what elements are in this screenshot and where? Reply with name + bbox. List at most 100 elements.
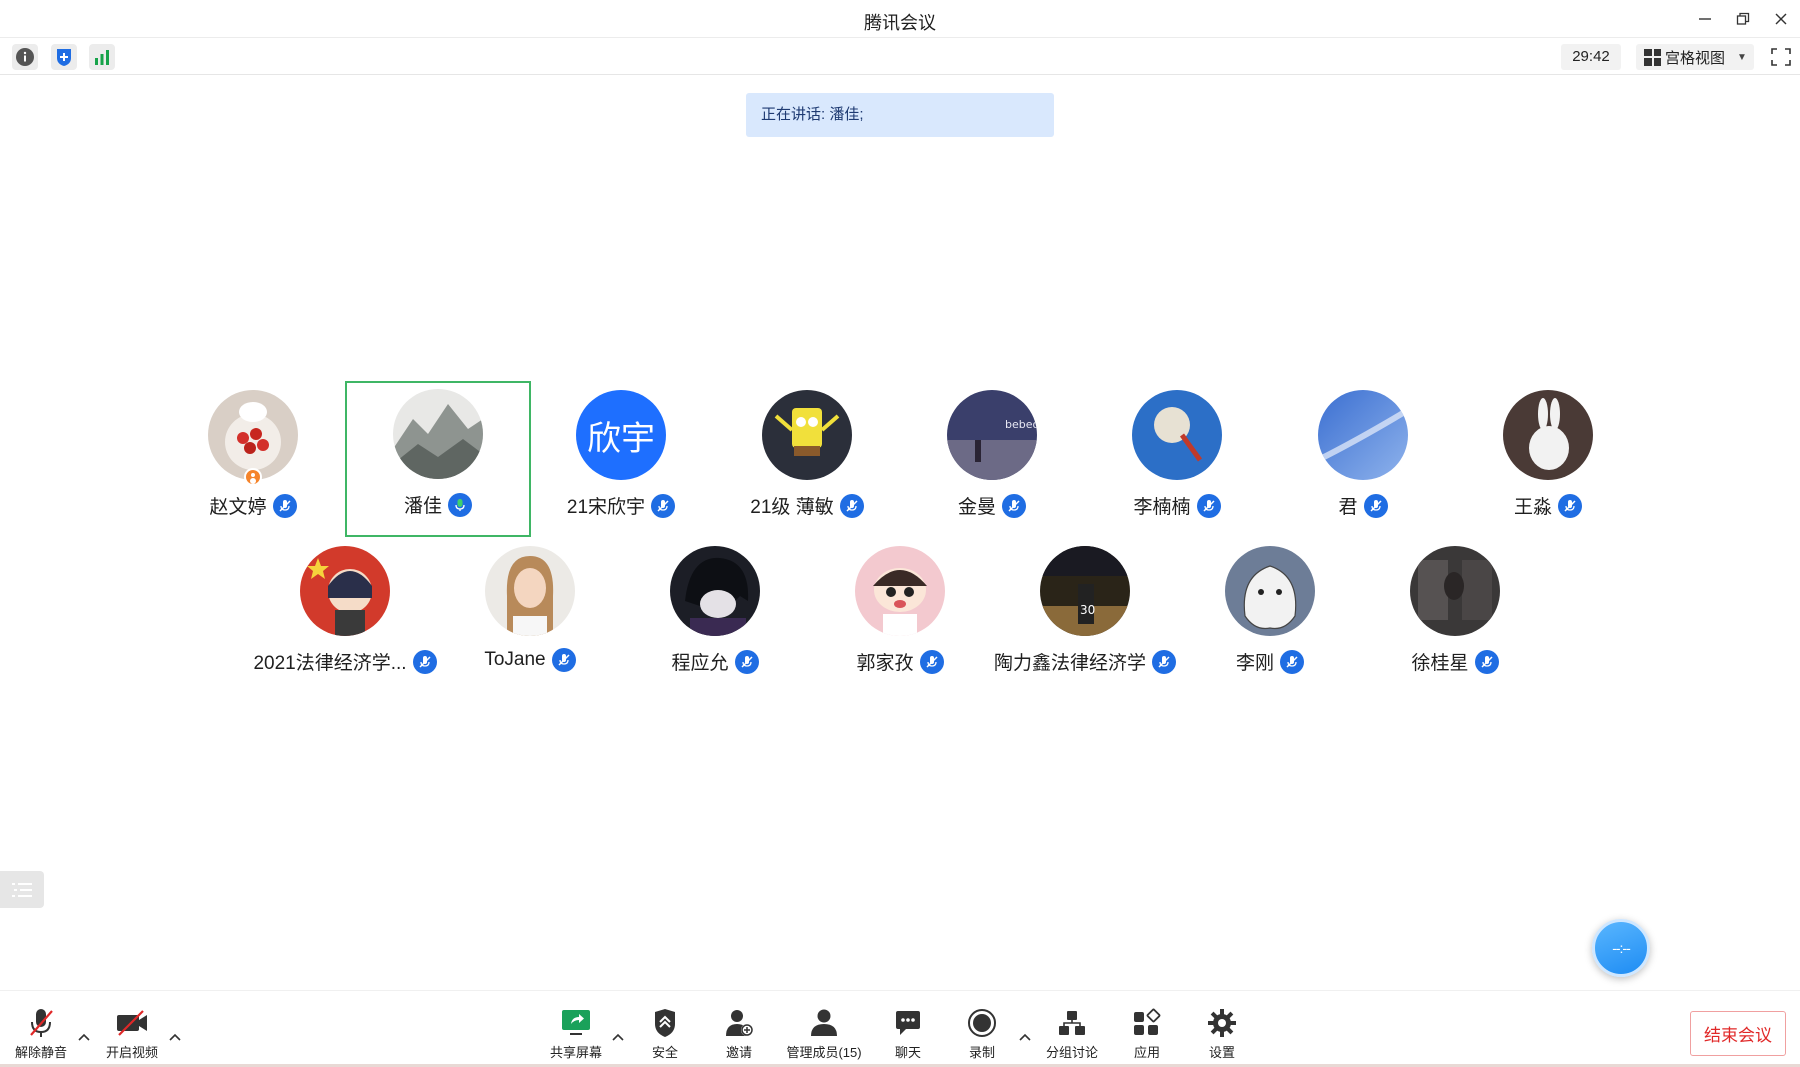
participant-tile-active[interactable]: 潘佳 — [345, 381, 531, 537]
camera-off-icon — [115, 1006, 149, 1040]
mic-muted-icon[interactable] — [651, 493, 676, 518]
list-icon[interactable] — [0, 871, 44, 908]
fullscreen-icon[interactable] — [1770, 47, 1792, 67]
participant-tile[interactable]: 李刚 — [1177, 538, 1363, 694]
mic-muted-icon[interactable] — [1002, 493, 1026, 518]
participant-tile[interactable]: 程应允 — [622, 538, 808, 694]
participant-name: ToJane — [484, 649, 546, 670]
participant-tile[interactable]: 欣宇 21宋欣宇 — [528, 382, 714, 538]
shield-icon — [653, 1006, 677, 1040]
participant-tile[interactable]: 君 — [1270, 382, 1456, 538]
apps-icon — [1132, 1006, 1162, 1040]
avatar — [1503, 390, 1593, 480]
record-label: 录制 — [968, 1045, 995, 1060]
participant-tile[interactable]: bebeok 金曼 — [899, 382, 1085, 538]
chat-label: 聊天 — [894, 1045, 921, 1060]
participant-tile[interactable]: 郭家孜 — [807, 538, 993, 694]
mic-muted-icon[interactable] — [1558, 493, 1582, 518]
settings-button[interactable]: 设置 — [1207, 1006, 1237, 1061]
chat-button[interactable]: 聊天 — [893, 1006, 923, 1061]
start-video-button[interactable]: 开启视频 — [104, 1006, 160, 1061]
participant-tile[interactable]: ToJane — [437, 538, 623, 694]
unmute-label: 解除静音 — [14, 1045, 67, 1060]
participant-name: 徐桂星 — [1411, 653, 1469, 674]
avatar — [855, 546, 945, 636]
mic-muted-icon[interactable] — [839, 493, 864, 518]
end-meeting-button[interactable]: 结束会议 — [1690, 1011, 1786, 1056]
security-label: 安全 — [651, 1045, 678, 1060]
participant-tile[interactable]: 王淼 — [1455, 382, 1641, 538]
share-screen-button[interactable]: 共享屏幕 — [548, 1006, 604, 1061]
avatar: bebeok — [947, 390, 1037, 480]
mic-muted-icon[interactable] — [1474, 649, 1499, 674]
mic-muted-icon[interactable] — [272, 493, 297, 518]
record-button[interactable]: 录制 — [967, 1006, 997, 1061]
participant-tile[interactable]: 徐桂星 — [1362, 538, 1548, 694]
svg-text:bebeok: bebeok — [1005, 418, 1037, 431]
chevron-up-icon[interactable] — [611, 1031, 625, 1043]
view-mode-label: 宫格视图 — [1665, 49, 1726, 67]
manage-members-button[interactable]: 管理成员(15) — [784, 1006, 864, 1061]
avatar — [1132, 390, 1222, 480]
members-icon — [809, 1006, 839, 1040]
avatar — [762, 390, 852, 480]
participant-tile[interactable]: 21级 薄敏 — [714, 382, 900, 538]
mic-muted-icon[interactable] — [919, 649, 944, 674]
mic-muted-icon[interactable] — [412, 649, 437, 674]
participant-tile[interactable]: 赵文婷 — [160, 382, 346, 538]
mic-muted-icon[interactable] — [1152, 649, 1176, 674]
meeting-info-bar: 29:42 宫格视图 ▼ — [0, 38, 1800, 75]
unmute-button[interactable]: 解除静音 — [13, 1006, 69, 1061]
avatar — [300, 546, 390, 636]
avatar — [393, 389, 483, 479]
participant-tile[interactable]: 30 陶力鑫法律经济学 — [992, 538, 1178, 694]
participant-name: 程应允 — [671, 653, 729, 674]
participant-name: 金曼 — [957, 497, 996, 518]
participant-name: 君 — [1338, 497, 1358, 518]
close-icon[interactable] — [1769, 8, 1793, 30]
security-button[interactable]: 安全 — [650, 1006, 680, 1061]
gear-icon — [1207, 1006, 1237, 1040]
host-badge-icon — [244, 468, 262, 486]
mic-speaking-icon[interactable] — [448, 492, 472, 517]
info-icon[interactable] — [12, 44, 38, 70]
chevron-up-icon[interactable] — [77, 1031, 91, 1043]
minimize-icon[interactable] — [1693, 8, 1717, 30]
invite-button[interactable]: 邀请 — [723, 1006, 755, 1061]
mic-muted-icon[interactable] — [1363, 493, 1388, 518]
participant-name: 赵文婷 — [209, 497, 267, 518]
apps-button[interactable]: 应用 — [1132, 1006, 1162, 1061]
participant-name: 王淼 — [1513, 497, 1552, 518]
avatar — [1318, 390, 1408, 480]
participant-tile[interactable]: 2021法律经济学... — [252, 538, 438, 694]
start-video-label: 开启视频 — [105, 1045, 158, 1060]
mic-muted-icon[interactable] — [1196, 493, 1221, 518]
settings-label: 设置 — [1208, 1045, 1235, 1060]
record-icon — [967, 1006, 997, 1040]
signal-icon[interactable] — [89, 44, 115, 70]
breakout-rooms-button[interactable]: 分组讨论 — [1044, 1006, 1100, 1061]
view-mode-dropdown[interactable]: 宫格视图 ▼ — [1636, 44, 1754, 70]
participant-name: 陶力鑫法律经济学 — [993, 653, 1146, 674]
participant-name: 李楠楠 — [1133, 497, 1191, 518]
breakout-label: 分组讨论 — [1045, 1045, 1098, 1060]
participant-name: 李刚 — [1235, 653, 1274, 674]
mic-muted-icon[interactable] — [551, 648, 576, 672]
restore-icon[interactable] — [1731, 8, 1755, 30]
mic-muted-icon[interactable] — [1280, 649, 1304, 674]
avatar — [485, 546, 575, 636]
title-bar: 腾讯会议 — [0, 0, 1800, 38]
chevron-up-icon[interactable] — [1018, 1031, 1032, 1043]
mic-muted-icon[interactable] — [734, 649, 759, 674]
avatar — [208, 390, 298, 480]
shield-icon[interactable] — [51, 44, 77, 70]
grid-view-icon — [1644, 48, 1661, 66]
avatar-initials: 欣宇 — [576, 390, 666, 480]
speaking-indicator: 正在讲话: 潘佳; — [746, 93, 1054, 137]
apps-label: 应用 — [1133, 1045, 1160, 1060]
floating-assistant-button[interactable]: --:-- — [1592, 919, 1650, 977]
participant-tile[interactable]: 李楠楠 — [1084, 382, 1270, 538]
meeting-timer: 29:42 — [1561, 44, 1621, 70]
chevron-up-icon[interactable] — [168, 1031, 182, 1043]
participant-name: 21宋欣宇 — [566, 497, 646, 518]
